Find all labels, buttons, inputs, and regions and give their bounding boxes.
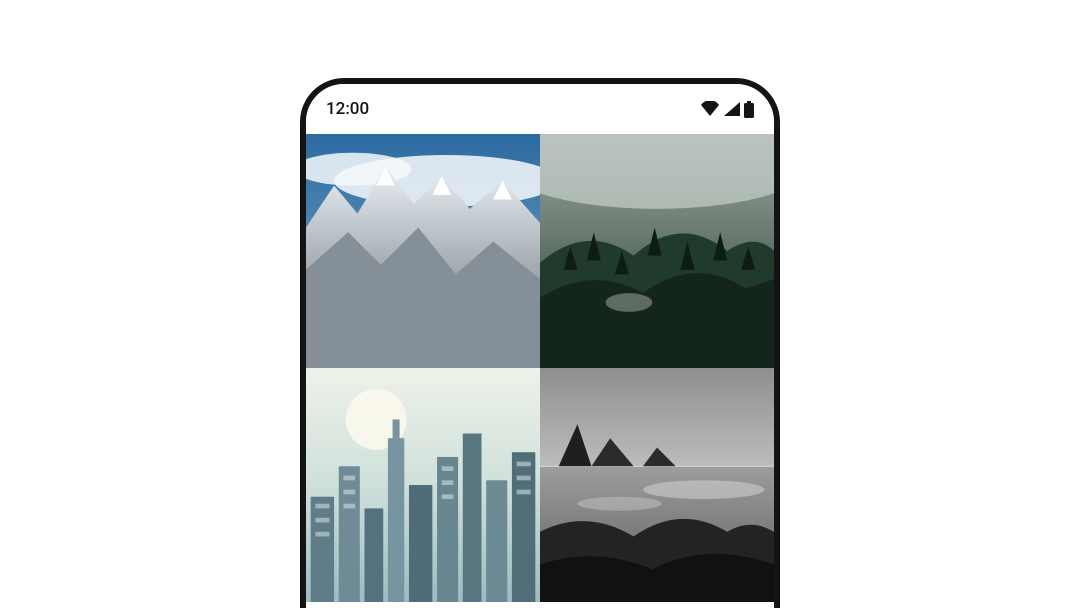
- phone-frame: 12:00: [300, 78, 780, 608]
- status-bar: 12:00: [306, 84, 774, 134]
- battery-icon: [744, 101, 754, 118]
- photo-rocky-coast: [540, 368, 774, 602]
- status-icons: [700, 101, 754, 118]
- wifi-icon: [700, 101, 720, 117]
- photo-mountains-snow: [306, 134, 540, 368]
- grid-tile[interactable]: [306, 134, 540, 368]
- photo-forest-fog: [540, 134, 774, 368]
- grid-tile[interactable]: [306, 368, 540, 602]
- grid-tile[interactable]: [540, 134, 774, 368]
- page: 12:00: [0, 0, 1080, 608]
- photo-grid[interactable]: [306, 134, 774, 602]
- status-time: 12:00: [326, 99, 369, 119]
- cellular-signal-icon: [723, 101, 741, 117]
- photo-city-skyline: [306, 368, 540, 602]
- grid-tile[interactable]: [540, 368, 774, 602]
